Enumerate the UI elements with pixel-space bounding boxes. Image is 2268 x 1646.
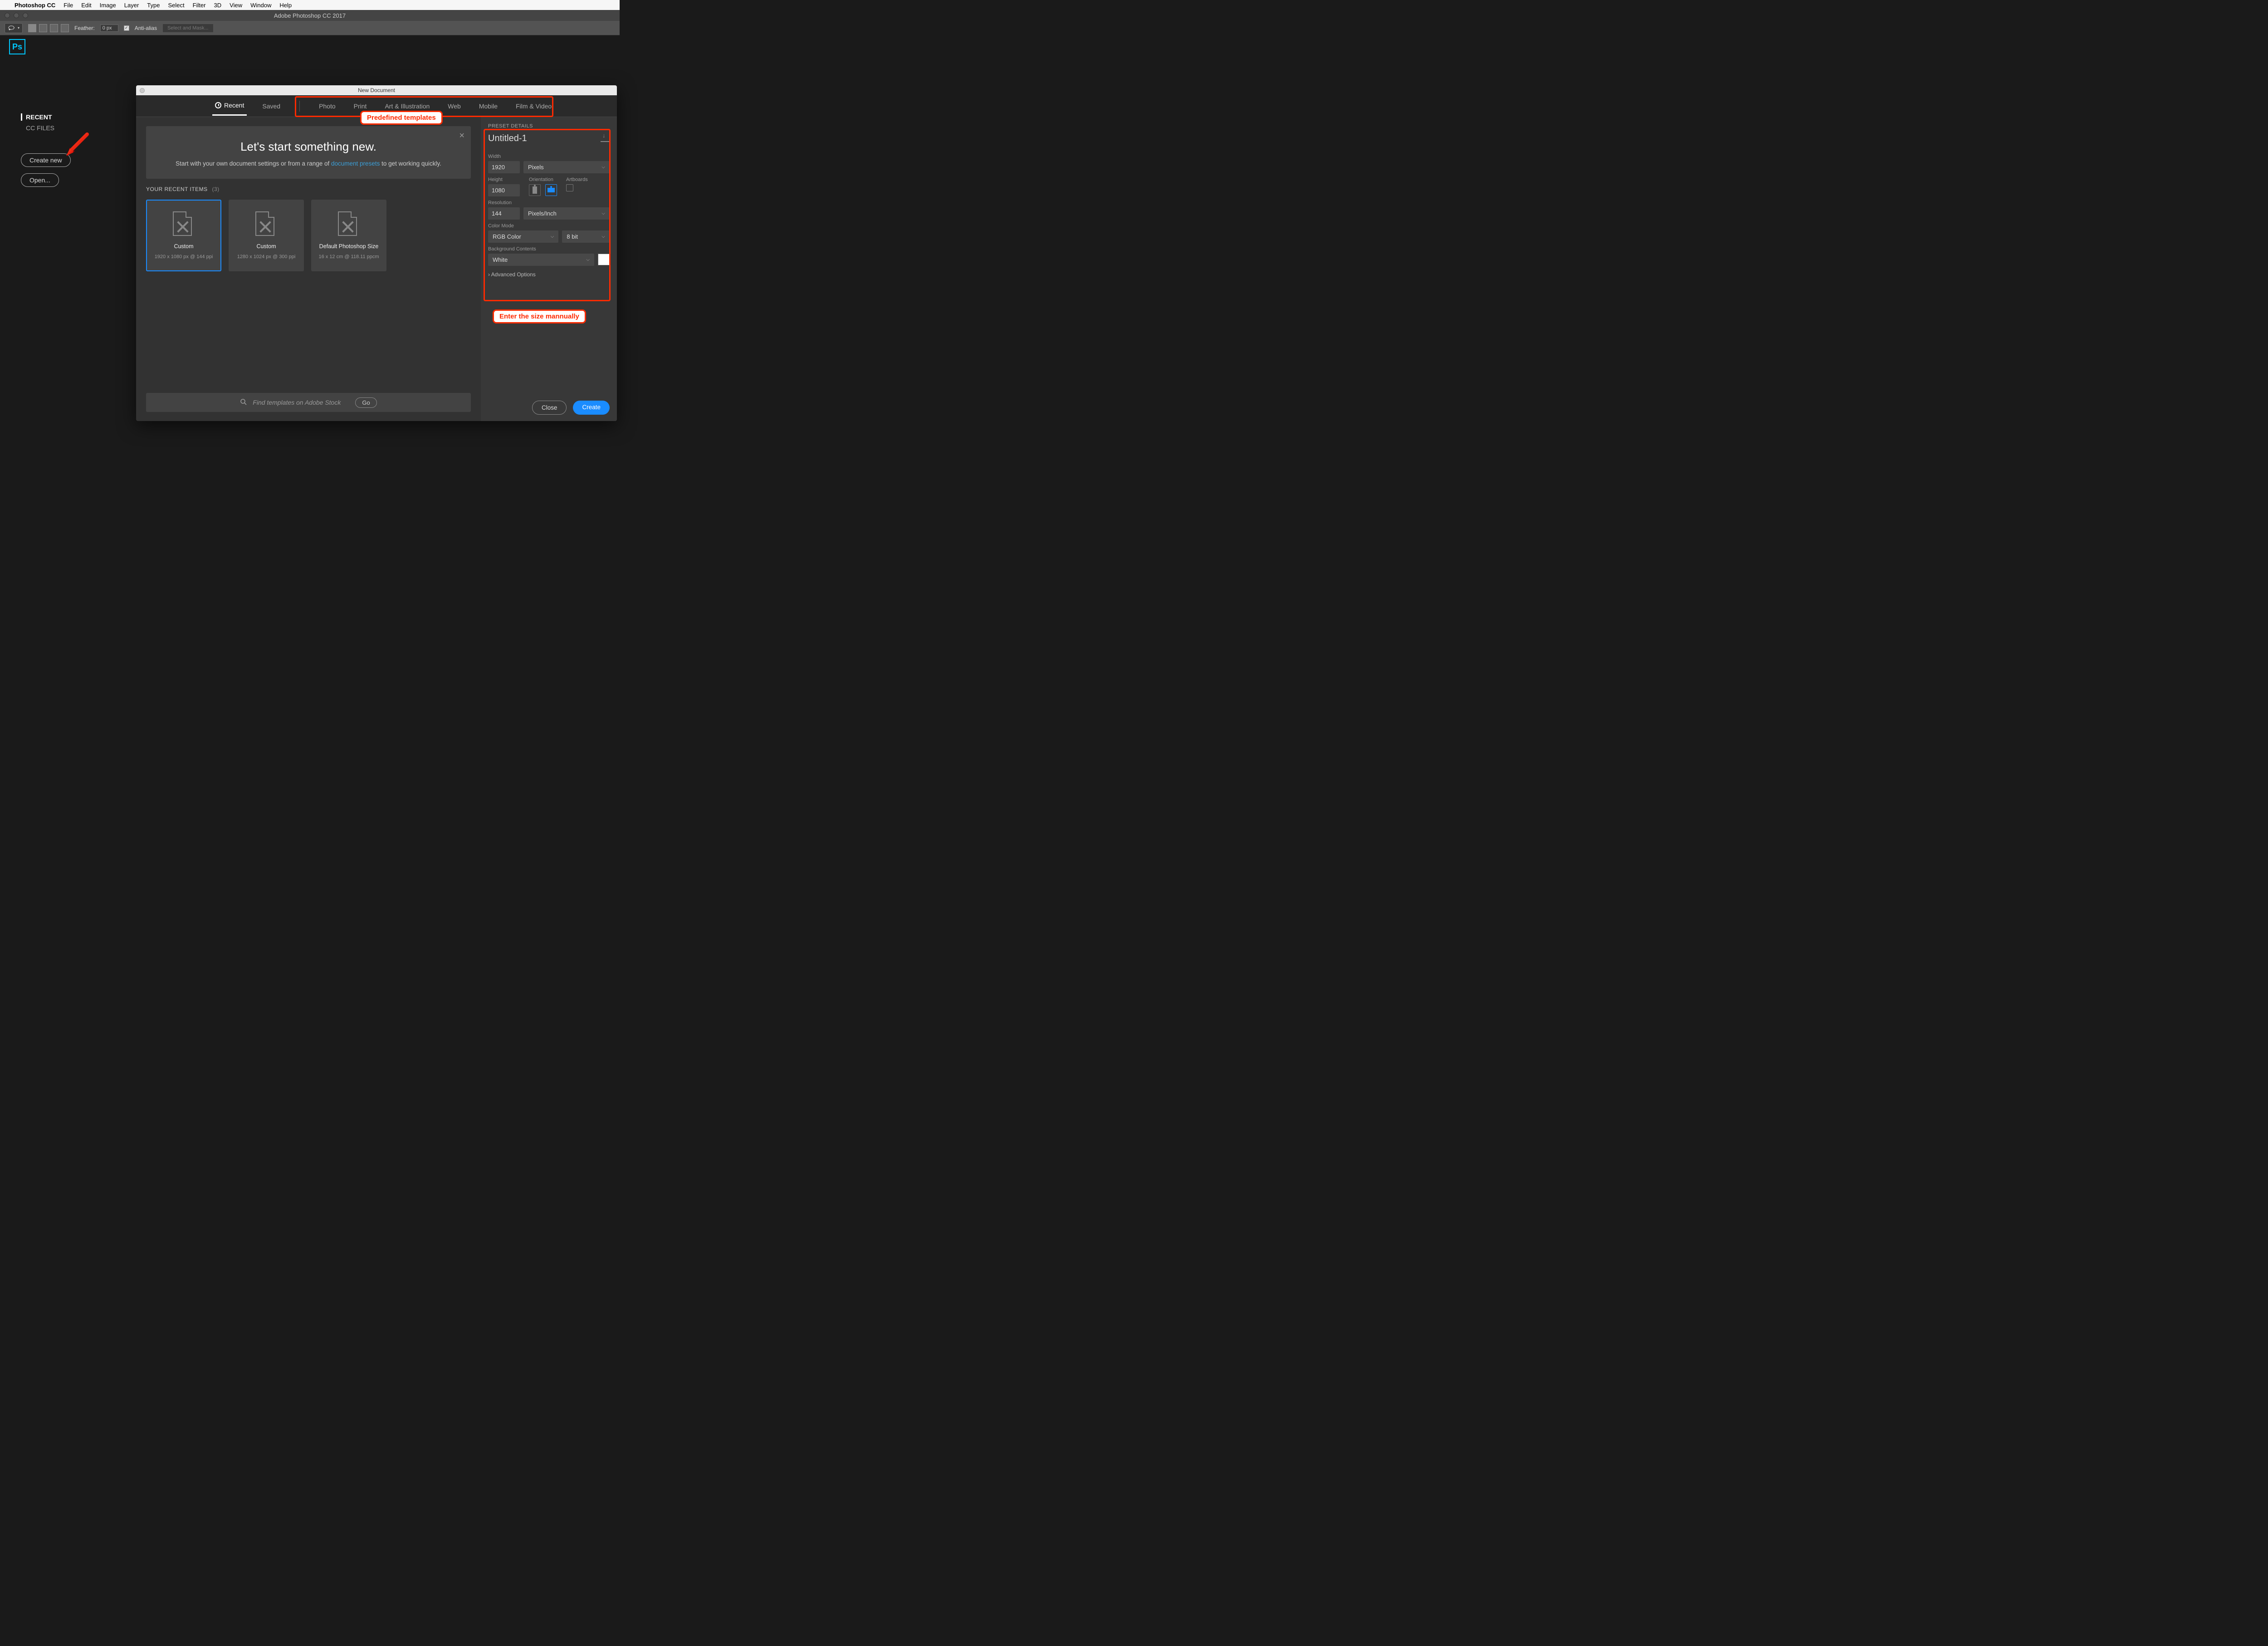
photoshop-logo: Ps xyxy=(9,39,25,54)
search-placeholder[interactable]: Find templates on Adobe Stock xyxy=(253,399,341,406)
feather-label: Feather: xyxy=(74,25,95,31)
adobe-stock-search: Find templates on Adobe Stock Go xyxy=(146,393,471,412)
macos-menubar: Photoshop CC File Edit Image Layer Type … xyxy=(0,0,620,10)
recent-header-label: YOUR RECENT ITEMS xyxy=(146,186,208,192)
hero-banner: × Let's start something new. Start with … xyxy=(146,126,471,179)
card-meta: 1280 x 1024 px @ 300 ppi xyxy=(237,254,296,260)
recent-header-count: (3) xyxy=(212,186,219,192)
card-label: Custom xyxy=(256,243,276,250)
menu-view[interactable]: View xyxy=(230,2,242,9)
window-title: Adobe Photoshop CC 2017 xyxy=(274,12,346,19)
workspace: Ps RECENT CC FILES Create new Open... Ne… xyxy=(0,35,620,405)
recent-items-header: YOUR RECENT ITEMS (3) xyxy=(146,186,471,192)
menu-filter[interactable]: Filter xyxy=(193,2,206,9)
card-label: Custom xyxy=(174,243,193,250)
card-meta: 16 x 12 cm @ 118.11 ppcm xyxy=(318,254,379,260)
open-button[interactable]: Open... xyxy=(21,173,59,187)
create-button[interactable]: Create xyxy=(573,401,610,415)
antialias-checkbox[interactable]: ✓ xyxy=(124,25,129,31)
feather-input[interactable] xyxy=(100,24,118,32)
menu-layer[interactable]: Layer xyxy=(124,2,139,9)
tab-saved[interactable]: Saved xyxy=(259,97,283,115)
options-bar: ▾ Feather: ✓ Anti-alias Select and Mask.… xyxy=(0,21,620,35)
document-icon xyxy=(255,211,277,239)
hero-headline: Let's start something new. xyxy=(164,140,453,154)
search-go-button[interactable]: Go xyxy=(355,397,376,408)
lasso-tool-flyout[interactable]: ▾ xyxy=(5,23,23,33)
menu-help[interactable]: Help xyxy=(279,2,292,9)
menubar-appname[interactable]: Photoshop CC xyxy=(15,2,55,9)
new-document-dialog: New Document Recent Saved Photo Print Ar… xyxy=(136,85,617,421)
hero-text-b: to get working quickly. xyxy=(380,160,441,167)
close-button[interactable]: Close xyxy=(532,401,567,415)
recent-card[interactable]: Custom 1920 x 1080 px @ 144 ppi xyxy=(146,200,221,271)
menu-select[interactable]: Select xyxy=(168,2,184,9)
document-icon xyxy=(173,211,195,239)
menu-type[interactable]: Type xyxy=(147,2,160,9)
document-presets-link[interactable]: document presets xyxy=(331,160,380,167)
recent-items-grid: Custom 1920 x 1080 px @ 144 ppi Custom 1… xyxy=(146,200,471,271)
photoshop-window-chrome: Adobe Photoshop CC 2017 xyxy=(0,10,620,21)
hero-subtext: Start with your own document settings or… xyxy=(164,160,453,167)
selection-intersect[interactable] xyxy=(61,24,69,32)
card-meta: 1920 x 1080 px @ 144 ppi xyxy=(155,254,213,260)
recent-card[interactable]: Custom 1280 x 1024 px @ 300 ppi xyxy=(229,200,304,271)
traffic-minimize[interactable] xyxy=(14,13,19,18)
selection-subtract[interactable] xyxy=(50,24,58,32)
selection-new[interactable] xyxy=(28,24,36,32)
menu-file[interactable]: File xyxy=(64,2,73,9)
menu-3d[interactable]: 3D xyxy=(214,2,222,9)
leftnav-recent[interactable]: RECENT xyxy=(21,113,71,121)
menu-window[interactable]: Window xyxy=(250,2,271,9)
antialias-label: Anti-alias xyxy=(135,25,157,31)
traffic-zoom[interactable] xyxy=(23,13,28,18)
annotation-box-manual xyxy=(484,129,611,301)
dialog-titlebar: New Document xyxy=(136,85,617,95)
search-icon xyxy=(240,398,247,407)
annotation-label-manual: Enter the size mannually xyxy=(493,309,586,323)
recent-card[interactable]: Default Photoshop Size 16 x 12 cm @ 118.… xyxy=(311,200,386,271)
tab-recent-label: Recent xyxy=(224,102,244,109)
hero-close-icon[interactable]: × xyxy=(459,131,464,141)
hero-text-a: Start with your own document settings or… xyxy=(176,160,331,167)
tab-recent[interactable]: Recent xyxy=(212,96,247,116)
document-icon xyxy=(338,211,360,239)
traffic-close[interactable] xyxy=(5,13,10,18)
card-label: Default Photoshop Size xyxy=(319,243,379,250)
preset-details-header: PRESET DETAILS xyxy=(488,123,610,129)
selection-add[interactable] xyxy=(39,24,47,32)
dialog-title: New Document xyxy=(358,87,395,93)
annotation-arrow xyxy=(64,131,91,158)
selection-mode-group xyxy=(28,24,69,32)
clock-icon xyxy=(215,102,221,108)
menu-edit[interactable]: Edit xyxy=(81,2,91,9)
dialog-main-area: × Let's start something new. Start with … xyxy=(136,117,481,421)
menu-image[interactable]: Image xyxy=(100,2,116,9)
select-and-mask-button[interactable]: Select and Mask... xyxy=(162,24,214,33)
dialog-traffic-close[interactable] xyxy=(140,88,145,93)
